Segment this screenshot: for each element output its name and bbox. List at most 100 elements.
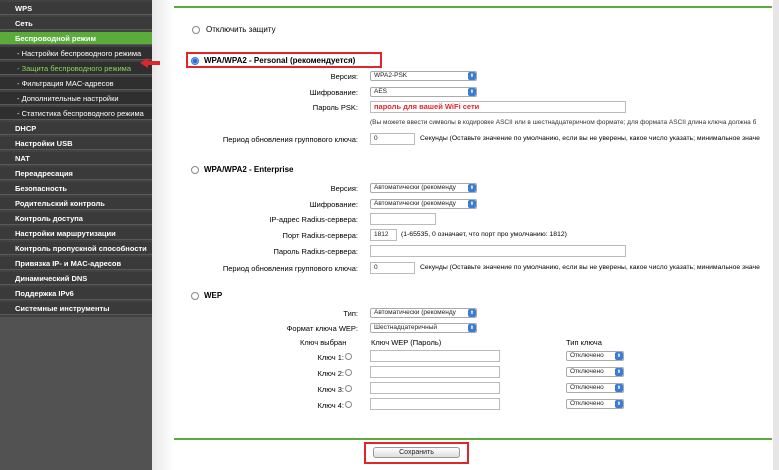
sidebar-item-dhcp[interactable]: DHCP xyxy=(0,122,152,135)
wep-radio[interactable] xyxy=(191,292,199,300)
key3-type-select[interactable]: Отключено ⬍ xyxy=(566,383,624,393)
sidebar-item-binding[interactable]: Привязка IP- и MAC-адресов xyxy=(0,257,152,270)
chevron-down-icon: ⬍ xyxy=(468,72,476,80)
enterprise-encryption-value: Автоматически (рекоменду xyxy=(374,200,456,207)
key1-label: Ключ 1: xyxy=(317,353,344,362)
key2-type-select[interactable]: Отключено ⬍ xyxy=(566,367,624,377)
enterprise-group-hint: Секунды (Оставьте значение по умолчанию,… xyxy=(420,264,760,271)
radius-ip-input[interactable] xyxy=(370,213,436,225)
chevron-down-icon: ⬍ xyxy=(468,200,476,208)
sidebar-shadow xyxy=(152,0,174,470)
key1-type-value: Отключено xyxy=(570,352,604,359)
chevron-down-icon: ⬍ xyxy=(615,368,623,376)
disable-radio[interactable] xyxy=(192,26,200,34)
wep-type-value: Автоматически (рекоменду xyxy=(374,309,456,316)
sidebar-item-advanced[interactable]: - Дополнительные настройки xyxy=(0,92,152,105)
key4-radio[interactable] xyxy=(345,401,352,408)
personal-encryption-label: Шифрование: xyxy=(309,88,358,97)
radius-ip-label: IP-адрес Radius-сервера: xyxy=(269,215,358,224)
wep-format-select[interactable]: Шестнадцатеричный ⬍ xyxy=(370,323,477,333)
personal-group-input[interactable]: 0 xyxy=(370,133,415,145)
radius-port-input[interactable]: 1812 xyxy=(370,229,397,241)
psk-input[interactable]: пароль для вашей WiFi сети xyxy=(370,101,626,113)
key2-input[interactable] xyxy=(370,366,500,378)
personal-version-select[interactable]: WPA2-PSK ⬍ xyxy=(370,71,477,81)
key4-input[interactable] xyxy=(370,398,500,410)
sidebar-item-wps[interactable]: WPS xyxy=(0,2,152,15)
sidebar-filler xyxy=(0,317,152,470)
sidebar-item-routing[interactable]: Настройки маршрутизации xyxy=(0,227,152,240)
sidebar-item-stats[interactable]: - Статистика беспроводного режима xyxy=(0,107,152,120)
radius-port-hint: (1-65535, 0 означает, что порт про умолч… xyxy=(401,231,567,238)
psk-hint: (Вы можете ввести символы в кодировке AS… xyxy=(370,119,757,126)
enterprise-encryption-label: Шифрование: xyxy=(309,200,358,209)
chevron-down-icon: ⬍ xyxy=(615,352,623,360)
key3-label: Ключ 3: xyxy=(317,385,344,394)
radius-port-label: Порт Radius-сервера: xyxy=(282,231,358,240)
top-divider xyxy=(174,6,772,8)
enterprise-version-select[interactable]: Автоматически (рекоменду ⬍ xyxy=(370,183,477,193)
sidebar-item-nat[interactable]: NAT xyxy=(0,152,152,165)
key2-label: Ключ 2: xyxy=(317,369,344,378)
personal-radio[interactable] xyxy=(191,57,199,65)
sidebar-item-access[interactable]: Контроль доступа xyxy=(0,212,152,225)
sidebar-item-wireless-security[interactable]: - Защита беспроводного режима xyxy=(0,62,152,75)
enterprise-group-input[interactable]: 0 xyxy=(370,262,415,274)
key3-radio[interactable] xyxy=(345,385,352,392)
sidebar-item-parental[interactable]: Родительский контроль xyxy=(0,197,152,210)
sidebar-item-mac-filter[interactable]: - Фильтрация MAC-адресов xyxy=(0,77,152,90)
sidebar-item-system-tools[interactable]: Системные инструменты xyxy=(0,302,152,315)
sidebar-item-ipv6[interactable]: Поддержка IPv6 xyxy=(0,287,152,300)
key1-radio[interactable] xyxy=(345,353,352,360)
enterprise-group-label: Период обновления группового ключа: xyxy=(222,264,358,273)
personal-group-hint: Секунды (Оставьте значение по умолчанию,… xyxy=(420,135,760,142)
sidebar-item-ddns[interactable]: Динамический DNS xyxy=(0,272,152,285)
enterprise-encryption-select[interactable]: Автоматически (рекоменду ⬍ xyxy=(370,199,477,209)
personal-title: WPA/WPA2 - Personal (рекомендуется) xyxy=(204,56,356,65)
key2-type-value: Отключено xyxy=(570,368,604,375)
chevron-down-icon: ⬍ xyxy=(615,400,623,408)
bottom-divider xyxy=(174,438,772,440)
radius-pwd-input[interactable] xyxy=(370,245,626,257)
personal-group-label: Период обновления группового ключа: xyxy=(222,135,358,144)
radius-pwd-label: Пароль Radius-сервера: xyxy=(273,247,358,256)
enterprise-title: WPA/WPA2 - Enterprise xyxy=(204,165,294,174)
wep-type-select[interactable]: Автоматически (рекоменду ⬍ xyxy=(370,308,477,318)
psk-label: Пароль PSK: xyxy=(312,103,358,112)
chevron-down-icon: ⬍ xyxy=(468,88,476,96)
wep-type-label: Тип: xyxy=(343,309,358,318)
key2-radio[interactable] xyxy=(345,369,352,376)
personal-version-label: Версия: xyxy=(330,72,358,81)
wep-format-label: Формат ключа WEP: xyxy=(286,324,358,333)
key4-type-value: Отключено xyxy=(570,400,604,407)
col-key-header: Ключ WEP (Пароль) xyxy=(371,338,442,347)
personal-encryption-select[interactable]: AES ⬍ xyxy=(370,87,477,97)
personal-version-value: WPA2-PSK xyxy=(374,72,408,79)
key4-label: Ключ 4: xyxy=(317,401,344,410)
sidebar-item-wireless-settings[interactable]: - Настройки беспроводного режима xyxy=(0,47,152,60)
sidebar-item-bandwidth[interactable]: Контроль пропускной способности xyxy=(0,242,152,255)
enterprise-radio[interactable] xyxy=(191,166,199,174)
key1-input[interactable] xyxy=(370,350,500,362)
chevron-down-icon: ⬍ xyxy=(615,384,623,392)
highlight-arrow-icon xyxy=(140,58,160,68)
sidebar-item-security[interactable]: Безопасность xyxy=(0,182,152,195)
enterprise-version-value: Автоматически (рекоменду xyxy=(374,184,456,191)
save-button[interactable]: Сохранить xyxy=(373,447,460,458)
personal-encryption-value: AES xyxy=(374,88,388,95)
sidebar-item-network[interactable]: Сеть xyxy=(0,17,152,30)
key4-type-select[interactable]: Отключено ⬍ xyxy=(566,399,624,409)
key1-type-select[interactable]: Отключено ⬍ xyxy=(566,351,624,361)
sidebar-item-usb[interactable]: Настройки USB xyxy=(0,137,152,150)
chevron-down-icon: ⬍ xyxy=(468,309,476,317)
right-edge xyxy=(773,0,779,470)
key3-input[interactable] xyxy=(370,382,500,394)
disable-label: Отключить защиту xyxy=(206,25,276,34)
col-selected-header: Ключ выбран xyxy=(300,338,347,347)
sidebar-item-forwarding[interactable]: Переадресация xyxy=(0,167,152,180)
sidebar-item-wireless[interactable]: Беспроводной режим xyxy=(0,32,152,45)
col-type-header: Тип ключа xyxy=(566,338,602,347)
wep-title: WEP xyxy=(204,291,223,300)
chevron-down-icon: ⬍ xyxy=(468,184,476,192)
wep-format-value: Шестнадцатеричный xyxy=(374,324,438,331)
